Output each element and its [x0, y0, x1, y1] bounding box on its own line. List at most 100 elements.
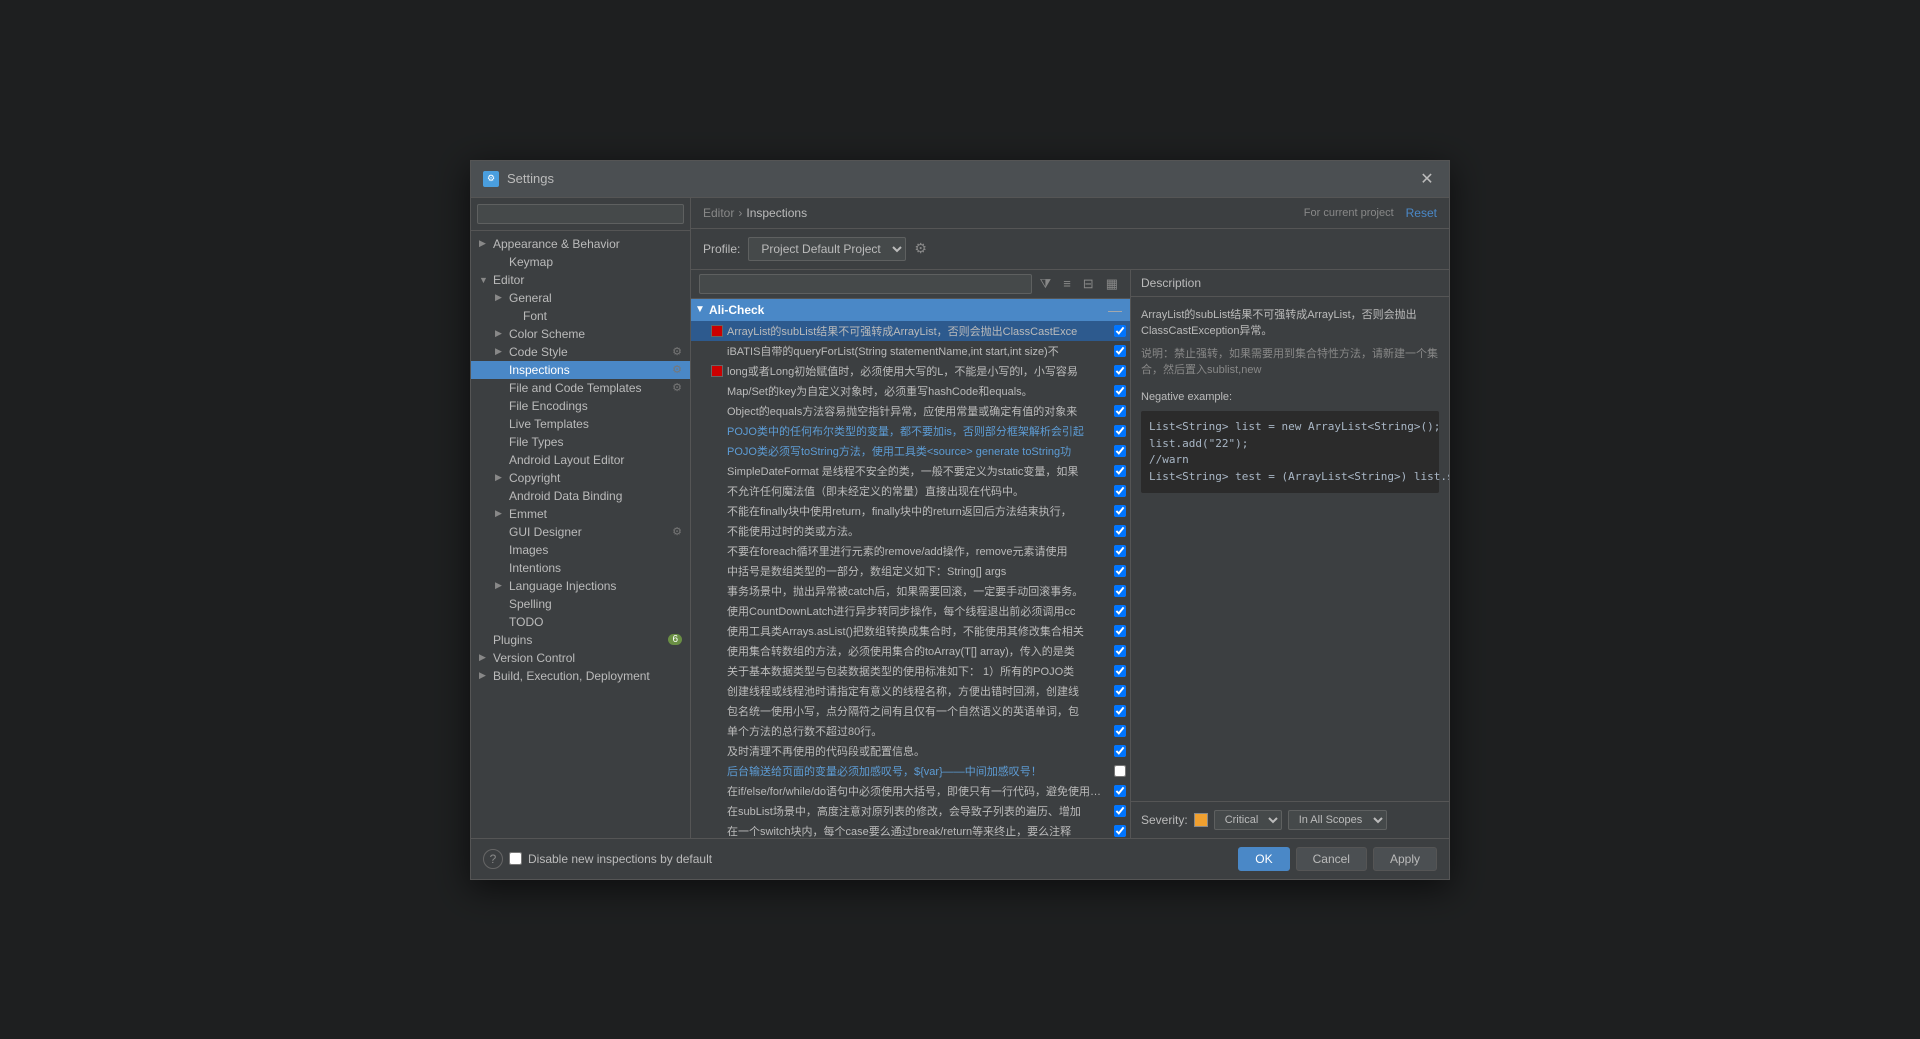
inspection-item-checkbox[interactable] — [1114, 765, 1126, 777]
sidebar-item-emmet[interactable]: ▶ Emmet — [471, 505, 690, 523]
sidebar-item-keymap[interactable]: Keymap — [471, 253, 690, 271]
scope-select[interactable]: In All Scopes — [1288, 810, 1387, 830]
inspection-item-checkbox[interactable] — [1114, 685, 1126, 697]
cancel-button[interactable]: Cancel — [1296, 847, 1367, 871]
inspection-list-item[interactable]: iBATIS自带的queryForList(String statementNa… — [691, 341, 1130, 361]
inspection-list-item[interactable]: 使用集合转数组的方法，必须使用集合的toArray(T[] array)，传入的… — [691, 641, 1130, 661]
inspection-item-checkbox[interactable] — [1114, 785, 1126, 797]
sidebar-item-android-data-binding[interactable]: Android Data Binding — [471, 487, 690, 505]
reset-button[interactable]: Reset — [1406, 206, 1437, 220]
inspection-list-item[interactable]: Map/Set的key为自定义对象时，必须重写hashCode和equals。 — [691, 381, 1130, 401]
inspection-list-item[interactable]: 后台输送给页面的变量必须加感叹号，${var}——中间加感叹号！ — [691, 761, 1130, 781]
inspection-list-item[interactable]: POJO类必须写toString方法，使用工具类<source> generat… — [691, 441, 1130, 461]
sidebar-item-file-encodings[interactable]: File Encodings — [471, 397, 690, 415]
inspection-item-checkbox[interactable] — [1114, 525, 1126, 537]
inspection-item-checkbox[interactable] — [1114, 585, 1126, 597]
inspection-item-checkbox[interactable] — [1114, 825, 1126, 837]
sidebar-item-copyright[interactable]: ▶ Copyright — [471, 469, 690, 487]
inspection-item-checkbox[interactable] — [1114, 325, 1126, 337]
sidebar-item-file-code-templates[interactable]: File and Code Templates ⚙ — [471, 379, 690, 397]
sidebar-item-language-injections[interactable]: ▶ Language Injections — [471, 577, 690, 595]
inspection-item-checkbox[interactable] — [1114, 805, 1126, 817]
inspection-item-checkbox[interactable] — [1114, 545, 1126, 557]
profile-gear-button[interactable]: ⚙ — [914, 240, 927, 257]
inspection-list-item[interactable]: 不能在finally块中使用return，finally块中的return返回后… — [691, 501, 1130, 521]
expand-all-button[interactable]: ≡ — [1059, 274, 1075, 293]
inspection-list-item[interactable]: 使用CountDownLatch进行异步转同步操作，每个线程退出前必须调用cc — [691, 601, 1130, 621]
inspection-item-checkbox[interactable] — [1114, 505, 1126, 517]
sidebar-item-intentions[interactable]: Intentions — [471, 559, 690, 577]
inspection-search-input[interactable] — [699, 274, 1032, 294]
profile-select[interactable]: Project Default Project — [748, 237, 906, 261]
group-button[interactable]: ▦ — [1102, 274, 1122, 294]
inspection-item-checkbox[interactable] — [1114, 445, 1126, 457]
inspection-item-checkbox[interactable] — [1114, 705, 1126, 717]
inspection-list-item[interactable]: 使用工具类Arrays.asList()把数组转换成集合时，不能使用其修改集合相… — [691, 621, 1130, 641]
inspection-item-checkbox[interactable] — [1114, 645, 1126, 657]
sidebar-item-live-templates[interactable]: Live Templates — [471, 415, 690, 433]
sidebar-item-images[interactable]: Images — [471, 541, 690, 559]
sidebar-item-spelling[interactable]: Spelling — [471, 595, 690, 613]
inspection-item-label: 不要在foreach循环里进行元素的remove/add操作，remove元素请… — [727, 543, 1110, 559]
sidebar-item-font[interactable]: Font — [471, 307, 690, 325]
sidebar-item-plugins[interactable]: Plugins 6 — [471, 631, 690, 649]
profile-label: Profile: — [703, 242, 740, 256]
inspection-item-checkbox[interactable] — [1114, 605, 1126, 617]
inspection-item-checkbox[interactable] — [1114, 385, 1126, 397]
inspection-item-checkbox[interactable] — [1114, 485, 1126, 497]
inspection-list-item[interactable]: 单个方法的总行数不超过80行。 — [691, 721, 1130, 741]
sidebar-item-file-types[interactable]: File Types — [471, 433, 690, 451]
inspection-list-item[interactable]: 中括号是数组类型的一部分，数组定义如下：String[] args — [691, 561, 1130, 581]
inspection-list-item[interactable]: 不要在foreach循环里进行元素的remove/add操作，remove元素请… — [691, 541, 1130, 561]
inspection-list-item[interactable]: 不允许任何魔法值（即未经定义的常量）直接出现在代码中。 — [691, 481, 1130, 501]
disable-new-inspections-checkbox[interactable] — [509, 852, 522, 865]
inspection-list-item[interactable]: 事务场景中，抛出异常被catch后，如果需要回滚，一定要手动回滚事务。 — [691, 581, 1130, 601]
inspection-list-item[interactable]: Object的equals方法容易抛空指针异常，应使用常量或确定有值的对象来 — [691, 401, 1130, 421]
close-button[interactable]: ✕ — [1417, 169, 1437, 189]
inspection-list-item[interactable]: 在if/else/for/while/do语句中必须使用大括号，即使只有一行代码… — [691, 781, 1130, 801]
collapse-all-button[interactable]: ⊟ — [1079, 274, 1098, 294]
sidebar-item-code-style[interactable]: ▶ Code Style ⚙ — [471, 343, 690, 361]
inspection-list-item[interactable]: 包名统一使用小写，点分隔符之间有且仅有一个自然语义的英语单词，包 — [691, 701, 1130, 721]
inspection-item-checkbox[interactable] — [1114, 465, 1126, 477]
inspection-list-item[interactable]: 及时清理不再使用的代码段或配置信息。 — [691, 741, 1130, 761]
inspection-list-item[interactable]: 在subList场景中，高度注意对原列表的修改，会导致子列表的遍历、增加 — [691, 801, 1130, 821]
current-project-button[interactable]: For current project — [1304, 207, 1394, 219]
inspection-list-item[interactable]: POJO类中的任何布尔类型的变量，都不要加is，否则部分框架解析会引起 — [691, 421, 1130, 441]
inspection-item-checkbox[interactable] — [1114, 745, 1126, 757]
sidebar-item-appearance[interactable]: ▶ Appearance & Behavior — [471, 235, 690, 253]
ok-button[interactable]: OK — [1238, 847, 1289, 871]
gear-icon: ⚙ — [672, 345, 682, 358]
inspection-group-header[interactable]: ▼ Ali-Check — — [691, 299, 1130, 321]
sidebar-item-gui-designer[interactable]: GUI Designer ⚙ — [471, 523, 690, 541]
apply-button[interactable]: Apply — [1373, 847, 1437, 871]
severity-select[interactable]: Critical — [1214, 810, 1282, 830]
inspection-item-checkbox[interactable] — [1114, 665, 1126, 677]
left-search-input[interactable] — [477, 204, 684, 224]
inspection-list-item[interactable]: ArrayList的subList结果不可强转成ArrayList，否则会抛出C… — [691, 321, 1130, 341]
inspection-item-checkbox[interactable] — [1114, 345, 1126, 357]
sidebar-item-inspections[interactable]: Inspections ⚙ — [471, 361, 690, 379]
inspection-list-item[interactable]: 在一个switch块内，每个case要么通过break/return等来终止，要… — [691, 821, 1130, 838]
help-button[interactable]: ? — [483, 849, 503, 869]
group-collapse-icon[interactable]: — — [1108, 302, 1122, 318]
inspection-list-item[interactable]: 关于基本数据类型与包装数据类型的使用标准如下： 1）所有的POJO类 — [691, 661, 1130, 681]
sidebar-item-version-control[interactable]: ▶ Version Control — [471, 649, 690, 667]
sidebar-item-general[interactable]: ▶ General — [471, 289, 690, 307]
inspection-list-item[interactable]: SimpleDateFormat 是线程不安全的类，一般不要定义为static变… — [691, 461, 1130, 481]
inspection-item-checkbox[interactable] — [1114, 725, 1126, 737]
inspection-item-checkbox[interactable] — [1114, 365, 1126, 377]
inspection-list-item[interactable]: long或者Long初始赋值时，必须使用大写的L，不能是小写的l，小写容易 — [691, 361, 1130, 381]
inspection-item-checkbox[interactable] — [1114, 405, 1126, 417]
sidebar-item-editor[interactable]: ▼ Editor — [471, 271, 690, 289]
sidebar-item-build-execution[interactable]: ▶ Build, Execution, Deployment — [471, 667, 690, 685]
filter-button[interactable]: ⧩ — [1036, 274, 1056, 294]
sidebar-item-android-layout-editor[interactable]: Android Layout Editor — [471, 451, 690, 469]
sidebar-item-todo[interactable]: TODO — [471, 613, 690, 631]
sidebar-item-color-scheme[interactable]: ▶ Color Scheme — [471, 325, 690, 343]
inspection-list-item[interactable]: 不能使用过时的类或方法。 — [691, 521, 1130, 541]
inspection-list-item[interactable]: 创建线程或线程池时请指定有意义的线程名称，方便出错时回溯，创建线 — [691, 681, 1130, 701]
inspection-item-checkbox[interactable] — [1114, 625, 1126, 637]
inspection-item-checkbox[interactable] — [1114, 565, 1126, 577]
inspection-item-checkbox[interactable] — [1114, 425, 1126, 437]
